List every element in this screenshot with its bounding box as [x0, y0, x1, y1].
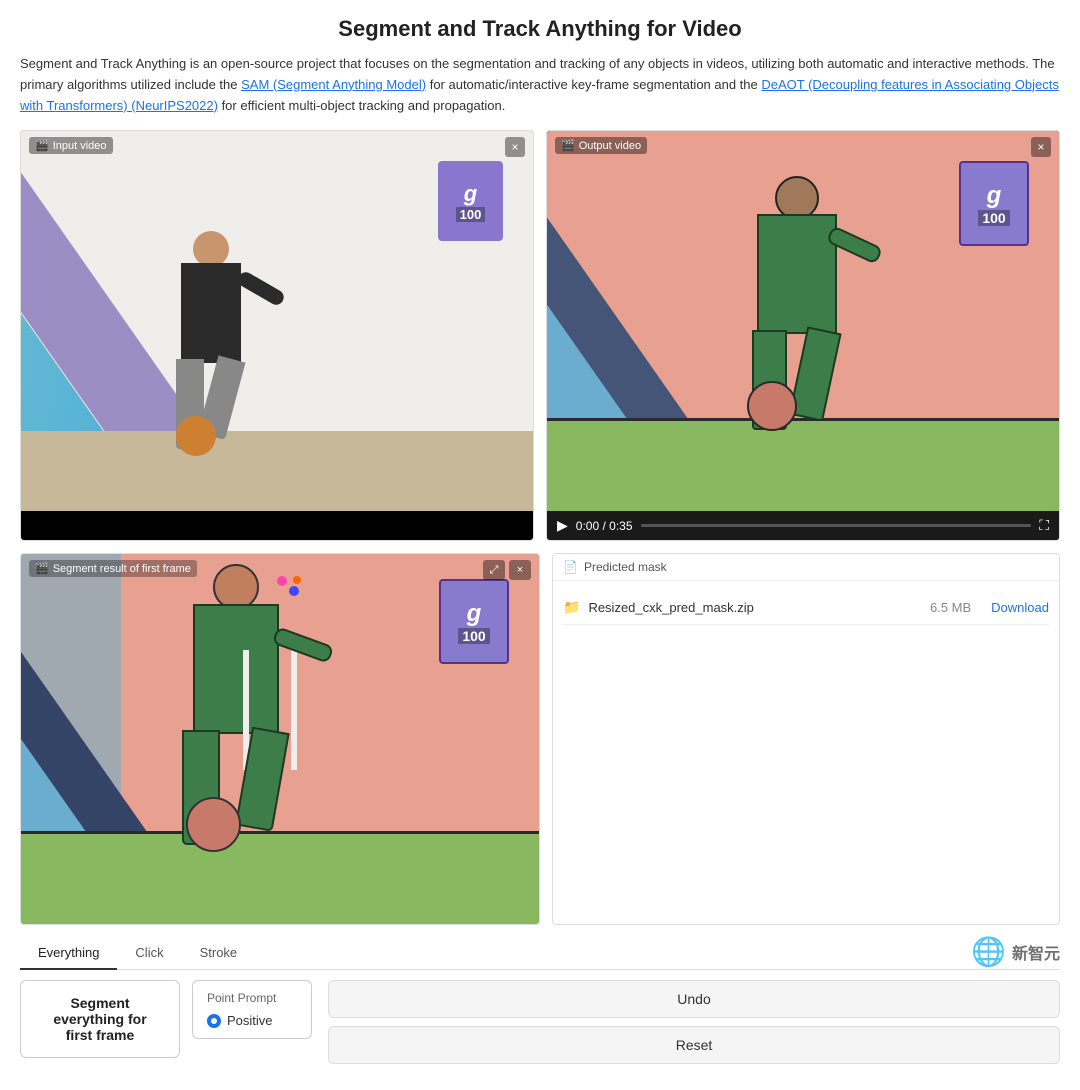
sign-input: g 100	[438, 161, 503, 241]
radio-positive-label: Positive	[227, 1013, 273, 1028]
film-icon-input: 🎬	[35, 139, 49, 152]
watermark-text: 新智元	[1012, 940, 1060, 964]
file-row: 📁 Resized_cxk_pred_mask.zip 6.5 MB Downl…	[563, 591, 1049, 625]
sign-segment: g 100	[439, 579, 509, 664]
description: Segment and Track Anything is an open-so…	[20, 54, 1060, 116]
point-prompt-label: Point Prompt	[207, 991, 297, 1005]
predicted-header: 📄 Predicted mask	[553, 554, 1059, 581]
controls-row: Segment everything for first frame Point…	[20, 970, 1060, 1074]
tab-everything[interactable]: Everything	[20, 937, 117, 970]
segment-close-button[interactable]: ×	[509, 560, 531, 580]
action-buttons: Undo Reset	[328, 980, 1060, 1064]
input-video-label: 🎬 Input video	[29, 137, 113, 154]
output-video-close[interactable]: ×	[1031, 137, 1051, 157]
input-video-canvas: g 100	[21, 131, 533, 511]
input-video-close[interactable]: ×	[505, 137, 525, 157]
file-size: 6.5 MB	[930, 600, 971, 615]
input-video-panel: 🎬 Input video ×	[20, 130, 534, 541]
predicted-mask-panel: 📄 Predicted mask 📁 Resized_cxk_pred_mask…	[552, 553, 1060, 925]
watermark: 🌐 新智元	[971, 935, 1060, 968]
radio-positive[interactable]: Positive	[207, 1013, 297, 1028]
video-controls: ▶ 0:00 / 0:35 ⛶	[547, 511, 1059, 540]
segment-btn-line2: first frame	[39, 1027, 161, 1043]
sign-output: g 100	[959, 161, 1029, 246]
video-row-top: 🎬 Input video ×	[20, 130, 1060, 541]
segment-everything-button[interactable]: Segment everything for first frame	[20, 980, 180, 1058]
tab-row: Everything Click Stroke	[20, 937, 1060, 970]
tab-stroke[interactable]: Stroke	[182, 937, 256, 970]
person-output	[727, 176, 867, 426]
point-prompt-box: Point Prompt Positive	[192, 980, 312, 1039]
watermark-icon: 🌐	[971, 935, 1006, 968]
segment-result-panel: 🎬 Segment result of first frame ⤢ ×	[20, 553, 540, 925]
sam-link[interactable]: SAM (Segment Anything Model)	[241, 77, 426, 92]
mask-dots	[275, 574, 305, 604]
reset-button[interactable]: Reset	[328, 1026, 1060, 1064]
film-icon-segment: 🎬	[35, 562, 49, 575]
file-icon: 📁	[563, 599, 580, 616]
video-time: 0:00 / 0:35	[576, 519, 633, 533]
output-video-label: 🎬 Output video	[555, 137, 647, 154]
play-button[interactable]: ▶	[557, 517, 568, 534]
undo-button[interactable]: Undo	[328, 980, 1060, 1018]
segment-panel-icons: ⤢ ×	[483, 560, 531, 580]
bottom-row: 🎬 Segment result of first frame ⤢ ×	[20, 553, 1060, 925]
file-name: Resized_cxk_pred_mask.zip	[588, 600, 930, 615]
segment-btn-line1: Segment everything for	[39, 995, 161, 1027]
download-link[interactable]: Download	[991, 600, 1049, 615]
radio-circle	[207, 1014, 221, 1028]
tab-click[interactable]: Click	[117, 937, 181, 970]
fullscreen-button[interactable]: ⛶	[1039, 517, 1049, 534]
output-video-canvas: g 100	[547, 131, 1059, 511]
predicted-content: 📁 Resized_cxk_pred_mask.zip 6.5 MB Downl…	[553, 581, 1059, 635]
page-title: Segment and Track Anything for Video	[20, 16, 1060, 42]
film-icon-output: 🎬	[561, 139, 575, 152]
segment-canvas: g 100	[21, 554, 539, 924]
progress-bar[interactable]	[641, 524, 1032, 527]
segment-label: 🎬 Segment result of first frame	[29, 560, 197, 577]
output-video-panel: 🎬 Output video ×	[546, 130, 1060, 541]
radio-inner	[211, 1018, 217, 1024]
file-icon-header: 📄	[563, 560, 578, 574]
segment-expand-button[interactable]: ⤢	[483, 560, 505, 580]
person-input	[151, 231, 271, 451]
person-segment	[161, 564, 311, 844]
